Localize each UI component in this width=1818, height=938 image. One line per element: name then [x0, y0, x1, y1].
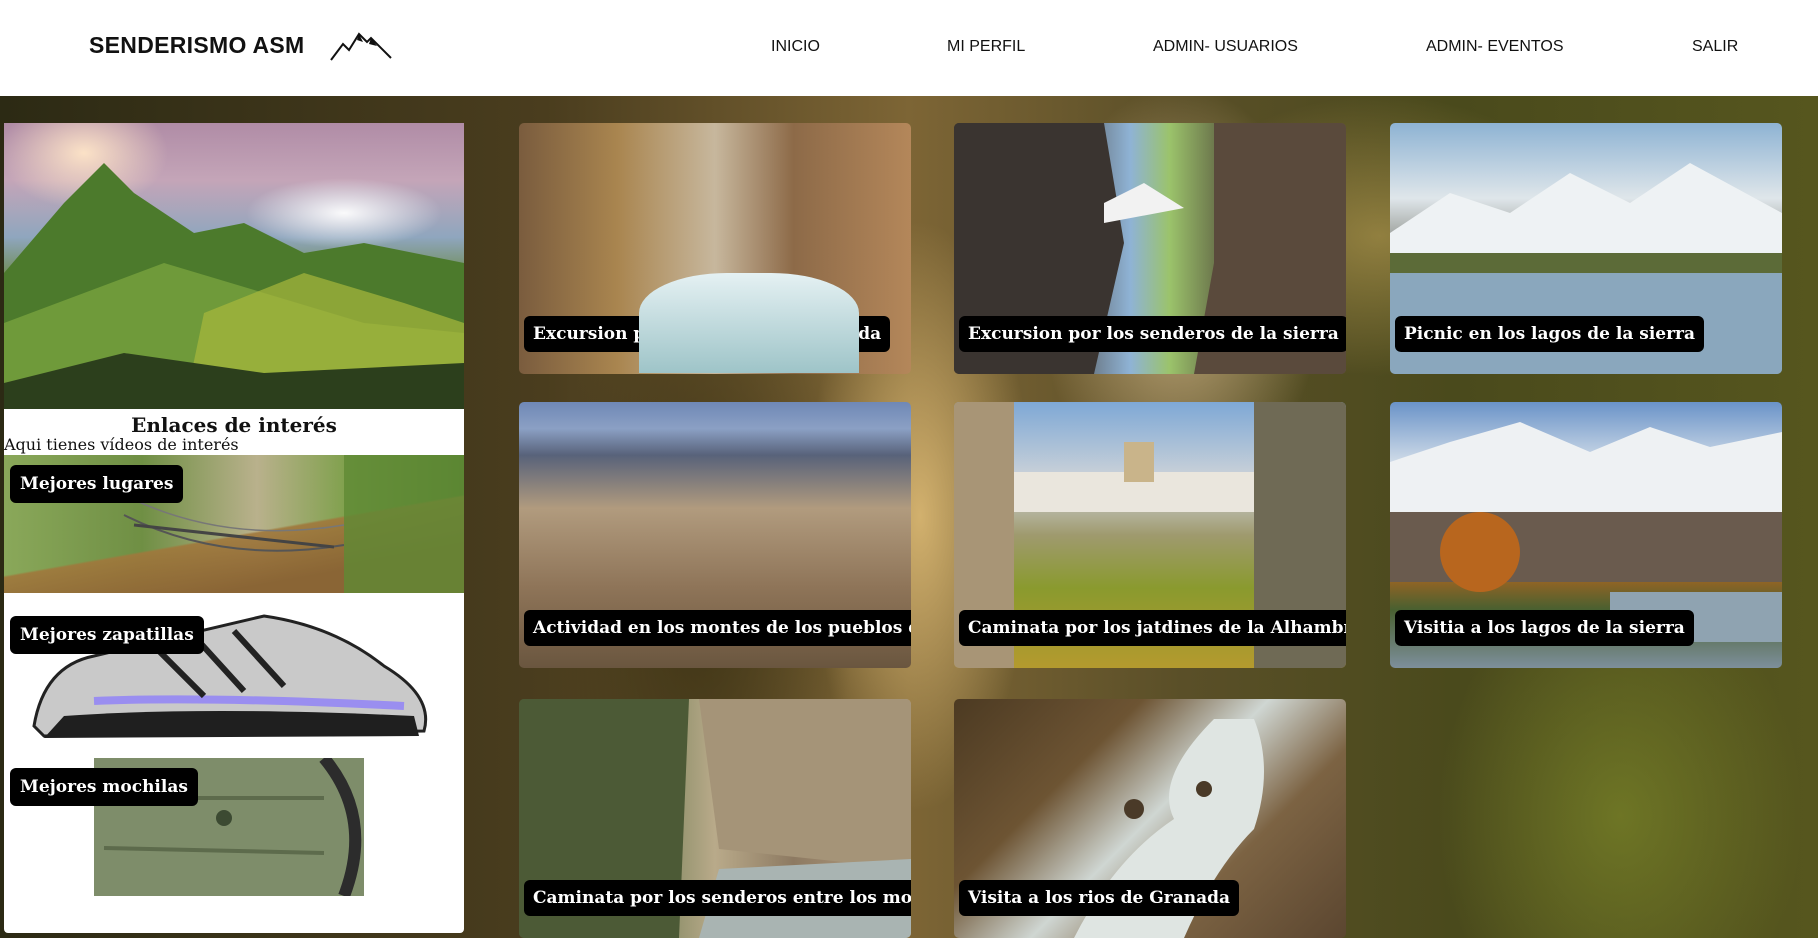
sidebar-links: Enlaces de interés Aqui tienes vídeos de… — [4, 123, 464, 933]
sidebar-subtitle: Aqui tienes vídeos de interés — [4, 435, 239, 454]
event-card[interactable]: Visita a los rios de Granada — [954, 699, 1346, 938]
event-label: Picnic en los lagos de la sierra — [1395, 316, 1705, 352]
event-card[interactable]: Caminata por los senderos entre los mont… — [519, 699, 911, 938]
nav-inicio[interactable]: INICIO — [771, 38, 820, 56]
sidebar-title: Enlaces de interés — [131, 413, 337, 437]
event-card[interactable]: Actividad en los montes de los pueblos d… — [519, 402, 911, 668]
event-card[interactable]: Visitia a los lagos de la sierra — [1390, 402, 1782, 668]
event-card[interactable]: Picnic en los lagos de la sierra — [1390, 123, 1782, 374]
event-label: Visitia a los lagos de la sierra — [1395, 610, 1694, 646]
nav-admin-usuarios[interactable]: ADMIN- USUARIOS — [1153, 38, 1298, 56]
sidebar-hero-image — [4, 123, 464, 409]
link-mejores-mochilas[interactable]: Mejores mochilas — [4, 758, 464, 896]
nav-mi-perfil[interactable]: MI PERFIL — [947, 38, 1025, 56]
event-label: Caminata por los jatdines de la Alhambra — [959, 610, 1346, 646]
link-label: Mejores lugares — [10, 465, 184, 503]
link-mejores-lugares[interactable]: Mejores lugares — [4, 455, 464, 593]
link-mejores-zapatillas[interactable]: Mejores zapatillas — [4, 606, 464, 744]
event-label: Excursion por las cuevas de granada — [524, 316, 891, 352]
nav-salir[interactable]: SALIR — [1692, 38, 1738, 56]
event-card[interactable]: Caminata por los jatdines de la Alhambra — [954, 402, 1346, 668]
event-card[interactable]: Excursion por las cuevas de granada — [519, 123, 911, 374]
event-label: Visita a los rios de Granada — [959, 880, 1240, 916]
top-navbar: SENDERISMO ASM INICIO MI PERFIL ADMIN- U… — [0, 0, 1818, 96]
event-label: Actividad en los montes de los pueblos d… — [524, 610, 911, 646]
link-label: Mejores mochilas — [10, 768, 198, 806]
mountain-logo-icon — [330, 32, 392, 61]
link-label: Mejores zapatillas — [10, 616, 204, 654]
nav-admin-eventos[interactable]: ADMIN- EVENTOS — [1426, 38, 1564, 56]
event-label: Excursion por los senderos de la sierra — [959, 316, 1346, 352]
brand-name[interactable]: SENDERISMO ASM — [89, 32, 304, 59]
event-card[interactable]: Excursion por los senderos de la sierra — [954, 123, 1346, 374]
event-label: Caminata por los senderos entre los mont… — [524, 880, 911, 916]
